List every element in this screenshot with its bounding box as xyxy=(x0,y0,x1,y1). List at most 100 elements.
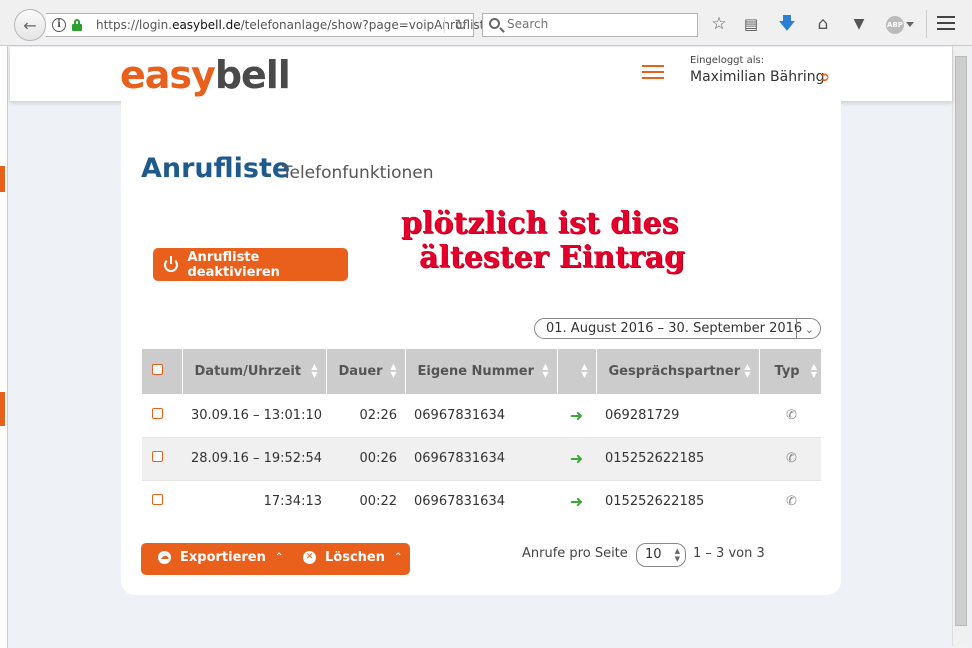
chevron-up-icon: ⌃ xyxy=(394,552,403,563)
cloud-download-icon: ☁ xyxy=(158,551,171,564)
outgoing-arrow-icon: ➜ xyxy=(569,405,584,425)
cell-datetime: 28.09.16 – 19:52:54 xyxy=(182,437,326,481)
row-checkbox[interactable] xyxy=(152,451,163,462)
per-page-select[interactable]: 10 ▲ ▼ xyxy=(636,543,686,567)
easybell-logo[interactable]: easybell xyxy=(120,53,291,97)
per-page-value: 10 xyxy=(645,547,662,562)
cell-partner: 015252622185 xyxy=(605,494,705,510)
back-arrow-icon: ← xyxy=(23,15,37,35)
edge-accent-mark xyxy=(0,392,5,426)
header-label: Eigene Nummer xyxy=(417,364,535,379)
cell-datetime: 30.09.16 – 13:01:10 xyxy=(182,394,326,438)
cell-type: ✆ xyxy=(759,480,821,523)
cell-direction: ➜ xyxy=(557,394,596,438)
toolbar-separator xyxy=(926,10,927,38)
col-partner[interactable]: Gesprächspartner ▲ ▼ xyxy=(596,349,760,394)
sort-icon: ▲ ▼ xyxy=(390,362,397,379)
reload-icon[interactable]: ↻ xyxy=(454,16,467,34)
logout-icon[interactable]: ➲ xyxy=(819,70,830,85)
table-row[interactable]: 28.09.16 – 19:52:54 00:26 06967831634 ➜ … xyxy=(142,437,821,481)
col-direction[interactable]: ▲ ▼ xyxy=(557,349,597,394)
address-bar[interactable]: i https://login.easybell.de/telefonanlag… xyxy=(46,13,502,37)
pocket-icon[interactable]: ▼ xyxy=(848,14,870,34)
per-page-label: Anrufe pro Seite xyxy=(522,546,628,561)
url-prefix: https://login. xyxy=(96,18,173,32)
sort-icon: ▲ ▼ xyxy=(810,362,817,379)
call-list-table: Datum/Uhrzeit ▲ ▼ Dauer ▲ ▼ Eigene Nummer ▲ ▼ … xyxy=(142,349,821,523)
export-label: Exportieren xyxy=(180,550,266,565)
main-card: Anrufliste Telefonfunktionen plötzlich i… xyxy=(121,101,841,595)
row-checkbox[interactable] xyxy=(152,494,163,506)
logo-bell: bell xyxy=(214,53,291,97)
site-header: easybell Eingeloggt als: Maximilian Bähr… xyxy=(10,47,952,101)
cell-direction: ➜ xyxy=(557,437,596,481)
row-checkbox[interactable] xyxy=(152,407,163,419)
delete-label: Löschen xyxy=(325,550,385,565)
outgoing-arrow-icon: ➜ xyxy=(569,449,584,468)
phone-icon: ✆ xyxy=(786,407,797,423)
power-icon xyxy=(164,255,178,272)
cell-type: ✆ xyxy=(759,394,821,438)
page-subtitle: Telefonfunktionen xyxy=(282,163,434,183)
col-datetime[interactable]: Datum/Uhrzeit ▲ ▼ xyxy=(182,349,327,394)
cell-direction: ➜ xyxy=(557,480,596,523)
cell-duration: 00:22 xyxy=(359,494,397,510)
search-input[interactable] xyxy=(507,17,687,31)
spinner-arrows-icon: ▲ ▼ xyxy=(674,547,680,563)
deactivate-call-list-button[interactable]: Anrufliste deaktivieren xyxy=(153,248,348,281)
table-row[interactable]: 30.09.16 – 13:01:10 02:26 06967831634 ➜ … xyxy=(142,394,821,438)
logo-easy: easy xyxy=(120,53,216,97)
col-duration[interactable]: Dauer ▲ ▼ xyxy=(326,349,406,394)
close-circle-icon: ✕ xyxy=(303,551,316,564)
date-range-value: 01. August 2016 – 30. September 2016 xyxy=(546,321,803,336)
delete-button[interactable]: ✕ Löschen ⌃ xyxy=(303,550,402,565)
sort-icon: ▲ ▼ xyxy=(311,362,318,379)
select-all-header xyxy=(142,349,183,394)
sort-icon: ▲ ▼ xyxy=(581,362,588,379)
row-select-cell xyxy=(142,480,182,523)
cell-own-number: 06967831634 xyxy=(414,494,505,510)
browser-menu-icon[interactable] xyxy=(937,16,955,30)
date-range-select[interactable]: 01. August 2016 – 30. September 2016 ⌄ xyxy=(534,318,821,339)
outgoing-arrow-icon: ➜ xyxy=(569,492,584,512)
cell-partner: 069281729 xyxy=(596,394,759,438)
deactivate-label: Anrufliste deaktivieren xyxy=(187,249,280,280)
search-bar[interactable] xyxy=(482,13,698,37)
reading-list-icon[interactable]: ▤ xyxy=(740,14,762,34)
bookmark-star-icon[interactable]: ☆ xyxy=(708,14,730,34)
url-separator xyxy=(444,17,445,33)
table-row[interactable]: 17:34:13 00:22 06967831634 ➜ 01525262218… xyxy=(142,480,821,523)
home-icon[interactable]: ⌂ xyxy=(812,14,834,34)
cell-datetime: 17:34:13 xyxy=(263,494,322,510)
hamburger-menu-icon[interactable] xyxy=(642,65,664,81)
adblock-dropdown-icon[interactable] xyxy=(906,22,914,27)
phone-icon: ✆ xyxy=(786,494,797,510)
header-label: Typ xyxy=(774,364,800,379)
col-own-number[interactable]: Eigene Nummer ▲ ▼ xyxy=(405,349,558,394)
lock-icon xyxy=(72,19,82,31)
select-all-checkbox[interactable] xyxy=(152,364,163,375)
table-header-row: Datum/Uhrzeit ▲ ▼ Dauer ▲ ▼ Eigene Nummer ▲ ▼ … xyxy=(142,349,821,394)
adblock-icon[interactable]: ABP xyxy=(886,16,904,34)
chevron-up-icon: ⌃ xyxy=(274,552,284,563)
scrollbar-thumb[interactable] xyxy=(955,56,967,626)
row-select-cell xyxy=(142,394,182,438)
downloads-icon[interactable]: 🡇 xyxy=(776,14,798,34)
url-domain: easybell.de xyxy=(172,18,241,32)
cell-own-number: 06967831634 xyxy=(405,394,557,438)
login-label: Eingeloggt als: xyxy=(690,55,765,66)
col-type[interactable]: Typ ▲ ▼ xyxy=(759,349,821,394)
select-separator xyxy=(796,319,797,338)
chevron-down-icon: ⌄ xyxy=(804,323,814,336)
page-title: Anrufliste xyxy=(141,153,291,184)
info-icon[interactable]: i xyxy=(52,18,66,32)
url-text[interactable]: https://login.easybell.de/telefonanlage/… xyxy=(96,18,502,32)
export-button[interactable]: ☁ Exportieren ⌃ xyxy=(158,550,283,565)
back-button[interactable]: ← xyxy=(14,9,46,41)
page-scrollbar[interactable] xyxy=(952,46,969,646)
search-icon xyxy=(489,18,500,29)
red-annotation-text: plötzlich ist dies ältester Eintrag xyxy=(401,207,685,275)
cell-duration: 00:26 xyxy=(326,437,405,481)
cell-duration: 02:26 xyxy=(326,394,405,438)
annotation-line-2: ältester Eintrag xyxy=(419,240,686,275)
